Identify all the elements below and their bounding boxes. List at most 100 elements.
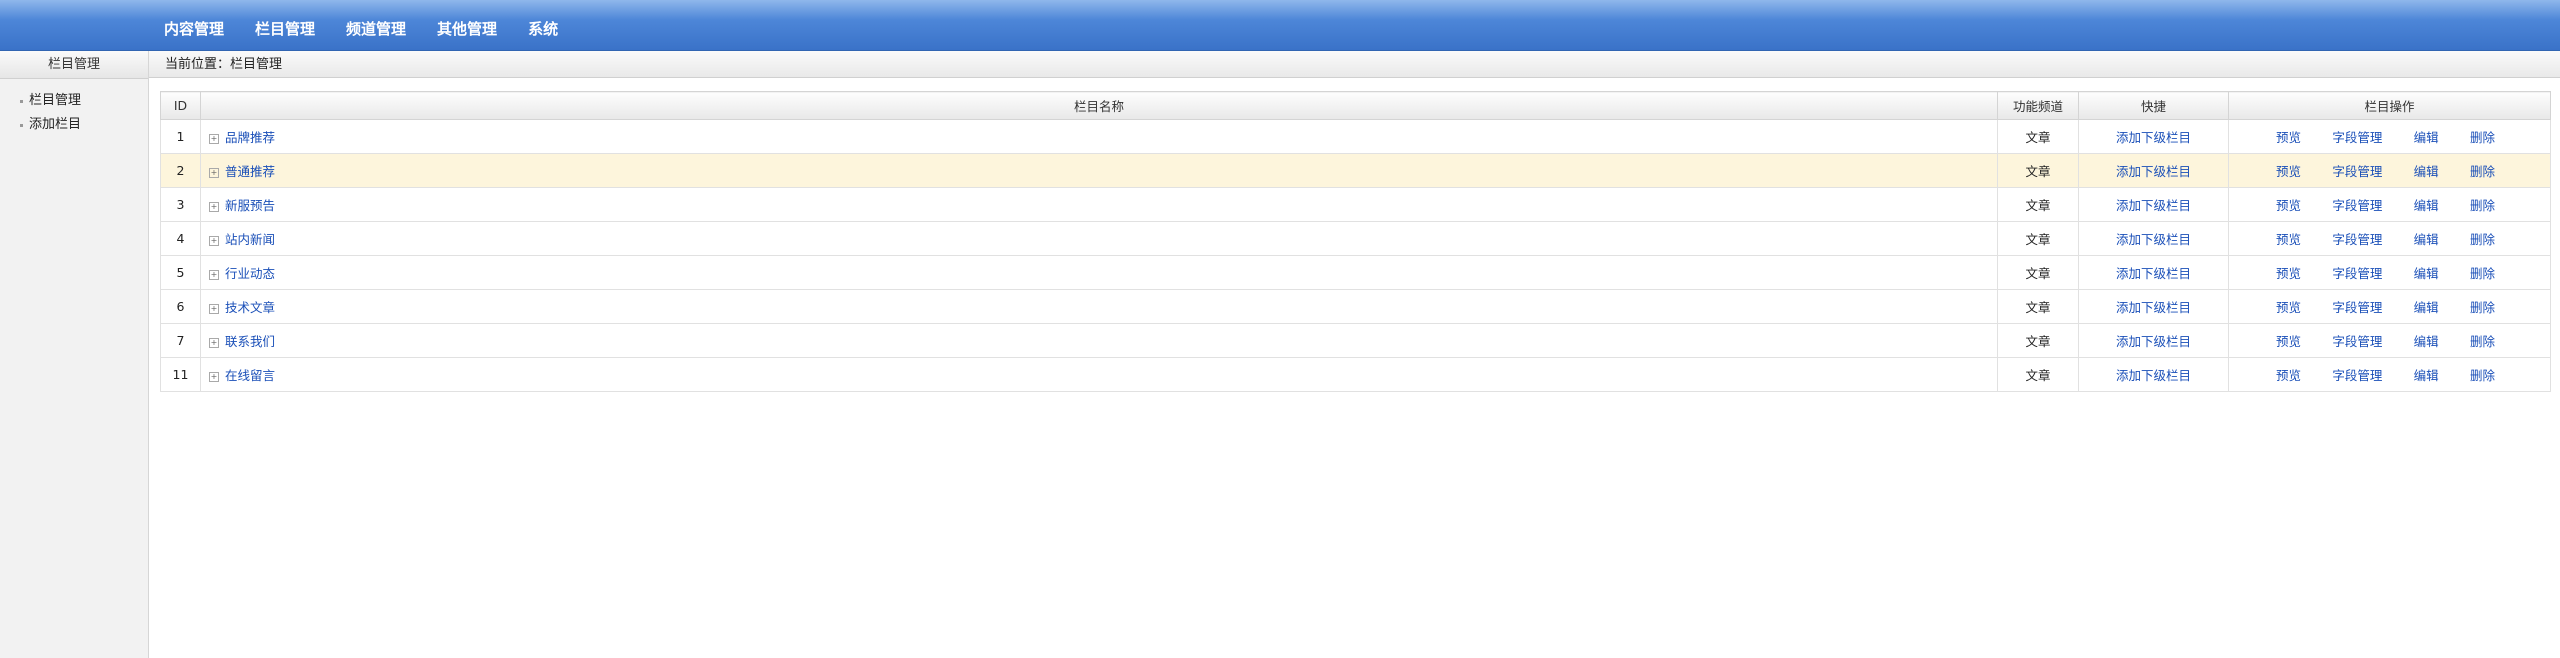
add-subcolumn-link[interactable]: 添加下级栏目 [2116,130,2191,145]
edit-link[interactable]: 编辑 [2414,229,2439,248]
preview-link[interactable]: 预览 [2276,161,2301,180]
add-subcolumn-link[interactable]: 添加下级栏目 [2116,232,2191,247]
row-name-cell: + 站内新闻 [200,221,1998,256]
add-subcolumn-link[interactable]: 添加下级栏目 [2116,300,2191,315]
sidebar: 栏目管理 栏目管理 添加栏目 [0,51,149,658]
edit-link[interactable]: 编辑 [2414,331,2439,350]
row-name-cell: + 联系我们 [200,323,1998,358]
field-manage-link[interactable]: 字段管理 [2332,229,2382,248]
expand-icon[interactable]: + [209,371,219,382]
expand-icon[interactable]: + [209,235,219,246]
delete-link[interactable]: 删除 [2470,229,2495,248]
row-shortcut-cell: 添加下级栏目 [2078,289,2229,324]
preview-link[interactable]: 预览 [2276,195,2301,214]
delete-link[interactable]: 删除 [2470,365,2495,384]
row-channel: 文章 [1997,119,2079,154]
header-shortcut: 快捷 [2078,91,2229,120]
field-manage-link[interactable]: 字段管理 [2332,365,2382,384]
row-channel: 文章 [1997,255,2079,290]
row-ops-cell: 预览 字段管理 编辑 删除 [2228,221,2551,256]
row-channel: 文章 [1997,221,2079,256]
preview-link[interactable]: 预览 [2276,263,2301,282]
edit-link[interactable]: 编辑 [2414,127,2439,146]
field-manage-link[interactable]: 字段管理 [2332,195,2382,214]
row-name-cell: + 行业动态 [200,255,1998,290]
nav-system[interactable]: 系统 [528,18,558,40]
edit-link[interactable]: 编辑 [2414,297,2439,316]
row-name-link[interactable]: 普通推荐 [225,164,275,179]
add-subcolumn-link[interactable]: 添加下级栏目 [2116,368,2191,383]
add-subcolumn-link[interactable]: 添加下级栏目 [2116,198,2191,213]
sidebar-title: 栏目管理 [0,51,148,79]
row-shortcut-cell: 添加下级栏目 [2078,153,2229,188]
add-subcolumn-link[interactable]: 添加下级栏目 [2116,164,2191,179]
sidebar-list: 栏目管理 添加栏目 [0,79,148,137]
delete-link[interactable]: 删除 [2470,127,2495,146]
row-name-link[interactable]: 新服预告 [225,198,275,213]
row-name-link[interactable]: 品牌推荐 [225,130,275,145]
sidebar-item-column-manage[interactable]: 栏目管理 [20,89,148,113]
field-manage-link[interactable]: 字段管理 [2332,331,2382,350]
row-id: 2 [160,153,201,188]
expand-icon[interactable]: + [209,167,219,178]
nav-other[interactable]: 其他管理 [437,18,497,40]
preview-link[interactable]: 预览 [2276,127,2301,146]
delete-link[interactable]: 删除 [2470,331,2495,350]
row-id: 3 [160,187,201,222]
table-row: 3 + 新服预告 文章 添加下级栏目 预览 字段管理 编辑 删除 [160,187,2551,222]
add-subcolumn-link[interactable]: 添加下级栏目 [2116,334,2191,349]
table-row: 4 + 站内新闻 文章 添加下级栏目 预览 字段管理 编辑 删除 [160,221,2551,256]
field-manage-link[interactable]: 字段管理 [2332,161,2382,180]
delete-link[interactable]: 删除 [2470,161,2495,180]
row-channel: 文章 [1997,289,2079,324]
row-name-cell: + 技术文章 [200,289,1998,324]
edit-link[interactable]: 编辑 [2414,263,2439,282]
field-manage-link[interactable]: 字段管理 [2332,127,2382,146]
expand-icon[interactable]: + [209,337,219,348]
row-name-cell: + 在线留言 [200,357,1998,392]
preview-link[interactable]: 预览 [2276,331,2301,350]
expand-icon[interactable]: + [209,201,219,212]
expand-icon[interactable]: + [209,269,219,280]
row-name-cell: + 新服预告 [200,187,1998,222]
preview-link[interactable]: 预览 [2276,365,2301,384]
table-body: 1 + 品牌推荐 文章 添加下级栏目 预览 字段管理 编辑 删除 2 + 普通推荐 … [160,119,2551,392]
row-channel: 文章 [1997,323,2079,358]
breadcrumb: 当前位置：栏目管理 [149,51,2560,78]
nav-columns[interactable]: 栏目管理 [255,18,315,40]
row-shortcut-cell: 添加下级栏目 [2078,187,2229,222]
edit-link[interactable]: 编辑 [2414,161,2439,180]
row-shortcut-cell: 添加下级栏目 [2078,255,2229,290]
edit-link[interactable]: 编辑 [2414,195,2439,214]
row-name-link[interactable]: 在线留言 [225,368,275,383]
add-subcolumn-link[interactable]: 添加下级栏目 [2116,266,2191,281]
row-id: 11 [160,357,201,392]
delete-link[interactable]: 删除 [2470,263,2495,282]
row-name-link[interactable]: 联系我们 [225,334,275,349]
column-table: ID 栏目名称 功能频道 快捷 栏目操作 1 + 品牌推荐 文章 添加下级栏目 预… [160,91,2551,392]
edit-link[interactable]: 编辑 [2414,365,2439,384]
delete-link[interactable]: 删除 [2470,195,2495,214]
row-ops-cell: 预览 字段管理 编辑 删除 [2228,323,2551,358]
row-name-link[interactable]: 技术文章 [225,300,275,315]
expand-icon[interactable]: + [209,133,219,144]
row-channel: 文章 [1997,153,2079,188]
row-channel: 文章 [1997,187,2079,222]
sidebar-item-add-column[interactable]: 添加栏目 [20,113,148,137]
delete-link[interactable]: 删除 [2470,297,2495,316]
row-name-link[interactable]: 站内新闻 [225,232,275,247]
row-id: 6 [160,289,201,324]
field-manage-link[interactable]: 字段管理 [2332,297,2382,316]
table-row: 2 + 普通推荐 文章 添加下级栏目 预览 字段管理 编辑 删除 [160,153,2551,188]
row-name-link[interactable]: 行业动态 [225,266,275,281]
field-manage-link[interactable]: 字段管理 [2332,263,2382,282]
nav-content[interactable]: 内容管理 [164,18,224,40]
row-shortcut-cell: 添加下级栏目 [2078,323,2229,358]
row-shortcut-cell: 添加下级栏目 [2078,119,2229,154]
expand-icon[interactable]: + [209,303,219,314]
preview-link[interactable]: 预览 [2276,297,2301,316]
row-name-cell: + 品牌推荐 [200,119,1998,154]
preview-link[interactable]: 预览 [2276,229,2301,248]
nav-channels[interactable]: 频道管理 [346,18,406,40]
row-name-cell: + 普通推荐 [200,153,1998,188]
